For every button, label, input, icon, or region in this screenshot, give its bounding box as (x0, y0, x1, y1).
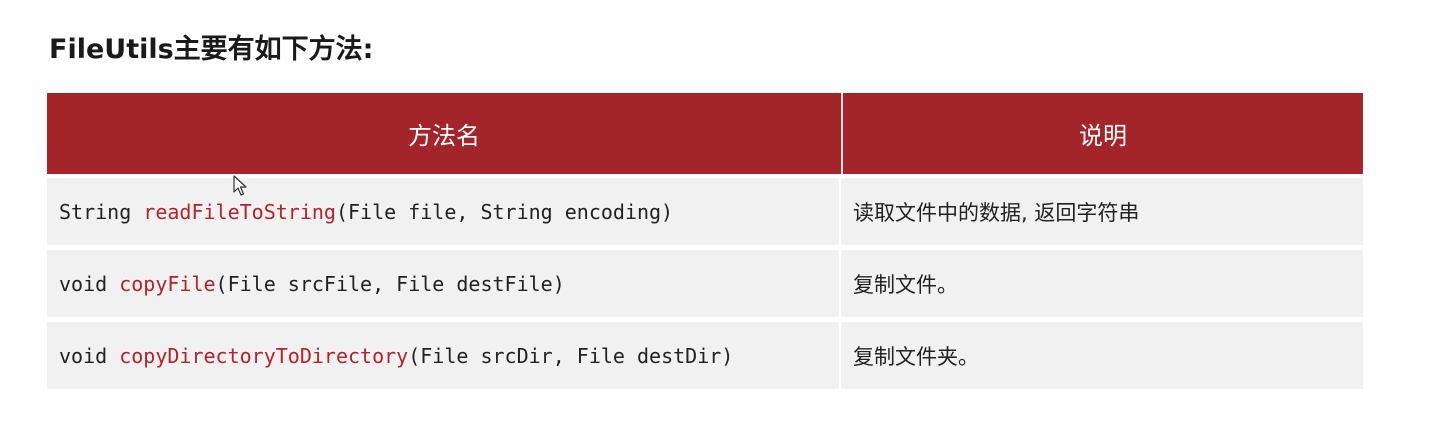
header-method-name: 方法名 (47, 93, 843, 174)
method-params: (File file, String encoding) (335, 199, 674, 224)
method-description: 复制文件夹。 (853, 344, 979, 369)
methods-table: 方法名 说明 String readFileToString (File fil… (47, 93, 1363, 389)
table-row: void copyDirectoryToDirectory (File srcD… (47, 322, 1363, 389)
table-header: 方法名 说明 (47, 93, 1363, 174)
return-type: void (59, 271, 120, 296)
method-description: 复制文件。 (853, 272, 958, 297)
method-signature: void copyDirectoryToDirectory (File srcD… (47, 322, 841, 389)
method-name: readFileToString (143, 199, 336, 224)
mouse-pointer-icon (233, 175, 247, 196)
page-title: FileUtils主要有如下方法: (49, 34, 374, 65)
method-name: copyDirectoryToDirectory (119, 343, 409, 368)
return-type: void (59, 343, 120, 368)
method-description: 读取文件中的数据, 返回字符串 (853, 200, 1140, 225)
return-type: String (59, 199, 144, 224)
method-name: copyFile (119, 271, 216, 296)
table-row: void copyFile (File srcFile, File destFi… (47, 250, 1363, 317)
method-signature: void copyFile (File srcFile, File destFi… (47, 250, 841, 317)
method-params: (File srcDir, File destDir) (408, 343, 734, 368)
method-signature: String readFileToString (File file, Stri… (47, 178, 841, 245)
header-description: 说明 (1079, 122, 1127, 150)
method-params: (File srcFile, File destFile) (215, 271, 565, 296)
